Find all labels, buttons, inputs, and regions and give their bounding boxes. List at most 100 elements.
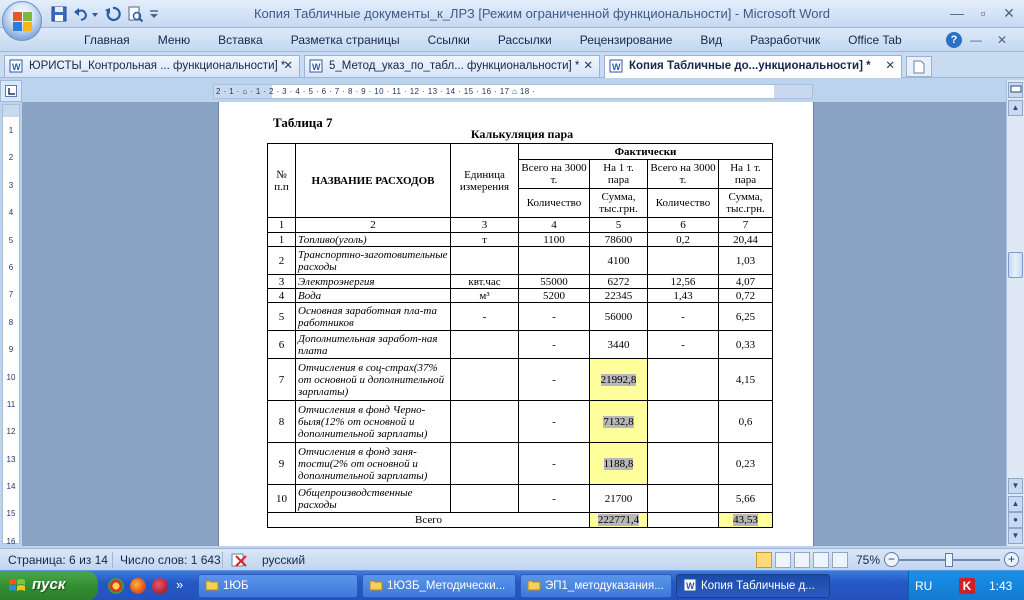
quantity-per-ton[interactable] (647, 442, 719, 485)
document-page[interactable]: Таблица 7 Калькуляция пара № п.п НАЗВАНИ… (218, 102, 814, 546)
office-button[interactable] (2, 1, 42, 41)
sum-total[interactable]: 21992,8 (589, 358, 648, 401)
taskbar-item-folder-1[interactable]: 1ЮБ (198, 574, 358, 598)
firefox-icon[interactable] (130, 578, 146, 594)
quantity-per-ton[interactable]: 12,56 (647, 274, 719, 289)
taskbar-item-folder-3[interactable]: ЭП1_методуказания... (520, 574, 672, 598)
quantity-per-ton[interactable]: - (647, 302, 719, 331)
close-button[interactable]: ✕ (998, 3, 1020, 23)
row-number[interactable]: 7 (267, 358, 296, 401)
table-row[interactable]: 9 Отчисления в фонд заня-тости(2% от осно… (267, 442, 773, 485)
quicklaunch-more-icon[interactable]: » (176, 577, 183, 592)
draft-view-button[interactable] (832, 552, 848, 568)
ribbon-close-button[interactable]: ✕ (994, 31, 1010, 49)
table-row[interactable]: 1 Топливо(уголь) т 1100 78600 0,2 20,44 (267, 232, 773, 247)
new-tab-button[interactable] (906, 56, 932, 77)
scroll-up-button[interactable]: ▲ (1008, 100, 1023, 116)
quantity-total[interactable]: 55000 (518, 274, 590, 289)
quantity-total[interactable]: - (518, 358, 590, 401)
sum-per-ton[interactable]: 0,72 (718, 288, 773, 303)
unit-cell[interactable] (450, 358, 519, 401)
expense-name[interactable]: Топливо(уголь) (295, 232, 451, 247)
sum-per-ton[interactable]: 4,15 (718, 358, 773, 401)
outline-view-button[interactable] (813, 552, 829, 568)
sum-total[interactable]: 56000 (589, 302, 648, 331)
unit-cell[interactable] (450, 400, 519, 443)
zoom-level[interactable]: 75% (856, 553, 880, 567)
row-number[interactable]: 10 (267, 484, 296, 513)
row-number[interactable]: 4 (267, 288, 296, 303)
ruler-toggle-button[interactable] (1008, 82, 1023, 98)
ribbon-minimize-button[interactable]: — (968, 31, 984, 49)
total-sum-per-ton[interactable]: 43,53 (718, 512, 773, 528)
quantity-per-ton[interactable] (647, 400, 719, 443)
quantity-total[interactable]: - (518, 302, 590, 331)
quantity-per-ton[interactable]: - (647, 330, 719, 359)
ribbon-tab[interactable]: Вид (686, 28, 736, 52)
quantity-total[interactable]: - (518, 330, 590, 359)
row-number[interactable]: 5 (267, 302, 296, 331)
document-tab-1[interactable]: W ЮРИСТЫ_Контрольная ... функциональност… (4, 55, 300, 77)
document-tab-2[interactable]: W 5_Метод_указ_по_табл... функциональнос… (304, 55, 600, 77)
ribbon-tab[interactable]: Главная (70, 28, 144, 52)
print-layout-view-button[interactable] (756, 552, 772, 568)
sum-per-ton[interactable]: 0,33 (718, 330, 773, 359)
start-button[interactable]: пуск (0, 571, 98, 600)
quantity-total[interactable]: - (518, 484, 590, 513)
unit-cell[interactable] (450, 246, 519, 275)
sum-per-ton[interactable]: 20,44 (718, 232, 773, 247)
table-row[interactable]: 10 Общепроизводственные расходы -21700 5,66 (267, 484, 773, 513)
expense-name[interactable]: Отчисления в соц-страх(37% от основной и… (295, 358, 451, 401)
sum-total[interactable]: 22345 (589, 288, 648, 303)
table-row[interactable]: 7 Отчисления в соц-страх(37% от основной … (267, 358, 773, 401)
clock[interactable]: 1:43 (989, 579, 1012, 593)
unit-cell[interactable]: м³ (450, 288, 519, 303)
unit-cell[interactable] (450, 330, 519, 359)
antivirus-icon[interactable]: K (959, 578, 975, 594)
expense-name[interactable]: Дополнительная заработ-ная плата (295, 330, 451, 359)
quantity-per-ton[interactable] (647, 246, 719, 275)
zoom-slider-thumb[interactable] (945, 553, 953, 567)
sum-total[interactable]: 21700 (589, 484, 648, 513)
row-number[interactable]: 8 (267, 400, 296, 443)
sum-total[interactable]: 6272 (589, 274, 648, 289)
quantity-total[interactable]: - (518, 442, 590, 485)
table-row[interactable]: 2 Транспортно-заготовительные расходы 4100… (267, 246, 773, 275)
tab-stop-selector[interactable] (5, 85, 17, 97)
calculation-table[interactable]: № п.п НАЗВАНИЕ РАСХОДОВ Единица измерени… (267, 143, 773, 528)
opera-icon[interactable] (152, 578, 168, 594)
quantity-per-ton[interactable]: 1,43 (647, 288, 719, 303)
unit-cell[interactable] (450, 442, 519, 485)
quantity-per-ton[interactable] (647, 358, 719, 401)
unit-cell[interactable] (450, 484, 519, 513)
close-tab-icon[interactable]: ✕ (583, 56, 593, 76)
ribbon-tab[interactable]: Ссылки (414, 28, 484, 52)
expense-name[interactable]: Основная заработная пла-та работников (295, 302, 451, 331)
expense-name[interactable]: Электроэнергия (295, 274, 451, 289)
total-row[interactable]: Всего 222771,4 43,53 (267, 512, 773, 528)
table-row[interactable]: 5 Основная заработная пла-та работников - -… (267, 302, 773, 331)
unit-cell[interactable]: - (450, 302, 519, 331)
taskbar-item-word-active[interactable]: W Копия Табличные д... (676, 574, 830, 598)
horizontal-ruler[interactable]: 2 · 1 · ⌂ · 1 · 2 · 3 · 4 · 5 · 6 · 7 · … (213, 84, 813, 99)
sum-total[interactable]: 78600 (589, 232, 648, 247)
quantity-total[interactable]: 5200 (518, 288, 590, 303)
expense-name[interactable]: Общепроизводственные расходы (295, 484, 451, 513)
sum-total[interactable]: 4100 (589, 246, 648, 275)
word-count[interactable]: Число слов: 1 643 (120, 553, 221, 567)
sum-total[interactable]: 7132,8 (589, 400, 648, 443)
spelling-check-icon[interactable] (230, 552, 248, 568)
sum-per-ton[interactable]: 0,23 (718, 442, 773, 485)
sum-per-ton[interactable]: 1,03 (718, 246, 773, 275)
vertical-ruler[interactable]: 1 2 3 4 5 6 7 8 9 10 11 12 13 14 15 16 (2, 104, 20, 546)
expense-name[interactable]: Отчисления в фонд Черно-быля(12% от осно… (295, 400, 451, 443)
language-indicator[interactable]: русский (262, 553, 305, 567)
chrome-icon[interactable] (108, 578, 124, 594)
row-number[interactable]: 6 (267, 330, 296, 359)
quantity-total[interactable]: 1100 (518, 232, 590, 247)
expense-name[interactable]: Отчисления в фонд заня-тости(2% от основ… (295, 442, 451, 485)
document-tab-3-active[interactable]: W Копия Табличные до...ункциональности] … (604, 55, 902, 78)
page-counter[interactable]: Страница: 6 из 14 (8, 553, 108, 567)
zoom-out-button[interactable]: − (884, 552, 899, 567)
close-tab-icon[interactable]: ✕ (283, 56, 293, 76)
